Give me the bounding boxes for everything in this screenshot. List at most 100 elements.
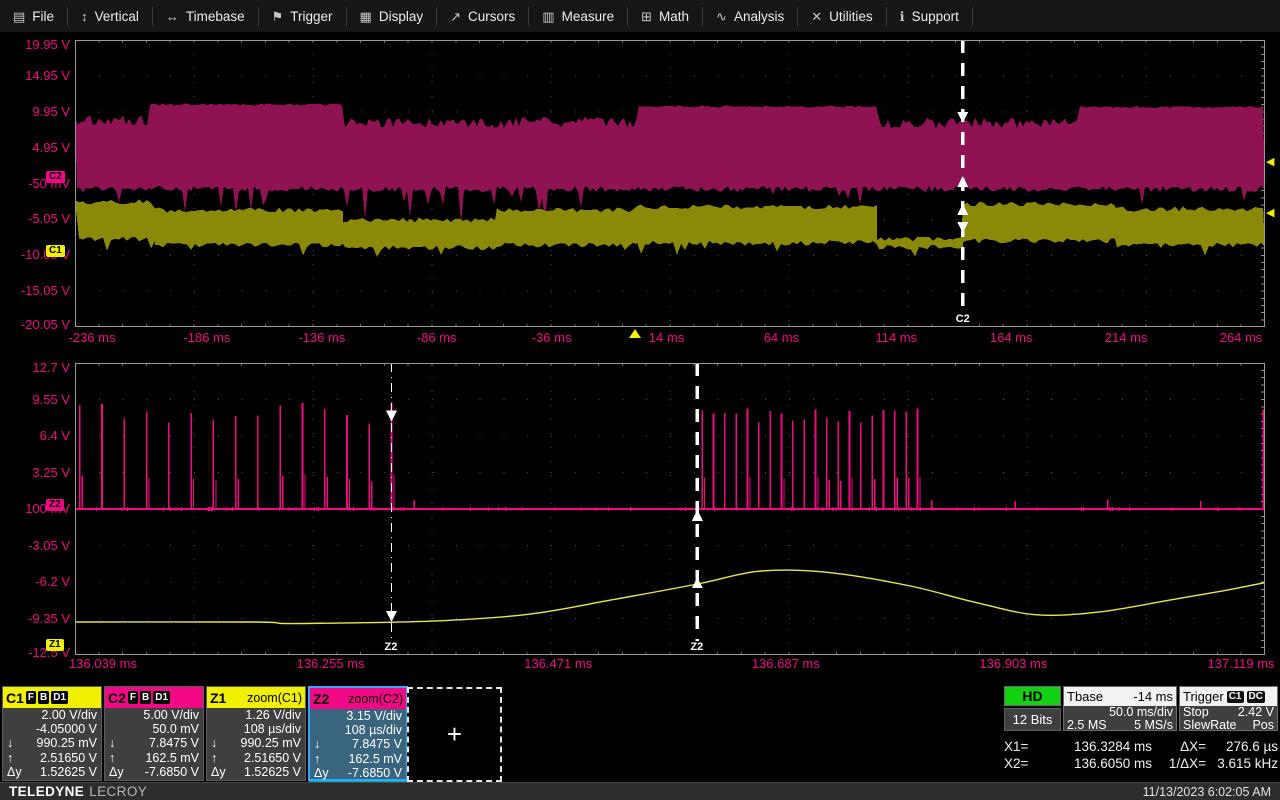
descriptor-z1-header: Z1zoom(C1) — [207, 687, 305, 708]
cursor-label[interactable]: Z2 — [383, 641, 400, 654]
zoom-grid-ylabel: -6.2 V — [4, 575, 70, 589]
timebase-box[interactable]: Tbase -14 ms 50.0 ms/div 2.5 MS 5 MS/s — [1063, 686, 1177, 731]
menu-item-label: Support — [912, 9, 959, 24]
menu-item-analysis[interactable]: ∿Analysis — [703, 0, 797, 32]
main-grid-xlabel: 114 ms — [875, 331, 917, 345]
zoom-grid-ylabel: 3.25 V — [4, 466, 70, 480]
menu-item-label: Timebase — [186, 9, 245, 24]
timebase-header: Tbase -14 ms — [1064, 687, 1176, 706]
cursor-label[interactable]: Z2 — [688, 641, 705, 654]
trigger-kind: SlewRate — [1183, 719, 1237, 732]
main-grid-ylabel: 9.95 V — [4, 105, 70, 119]
menu-item-cursors[interactable]: ↗Cursors — [437, 0, 528, 32]
trigger-box[interactable]: Trigger C1 DC Stop 2.42 V SlewRate Pos — [1179, 686, 1278, 731]
main-grid-xlabel: -186 ms — [183, 331, 230, 345]
descriptor-row-value: 2.51650 V — [40, 751, 97, 765]
add-trace-box[interactable]: + — [407, 687, 502, 782]
descriptor-row-symbol: Δy — [314, 766, 329, 780]
descriptor-row-value: 5.00 V/div — [143, 708, 199, 722]
zoom-grid-ylabel: 12.7 V — [4, 361, 70, 375]
menu-item-label: Utilities — [829, 9, 873, 24]
menu-item-measure[interactable]: ▥Measure — [529, 0, 627, 32]
timebase-title: Tbase — [1067, 689, 1103, 704]
descriptor-badge-b: B — [38, 691, 49, 704]
main-grid-canvas[interactable] — [75, 40, 1265, 327]
zoom-grid-ylabel: -3.05 V — [4, 539, 70, 553]
timebase-samples: 2.5 MS — [1067, 719, 1107, 732]
c2-channel-marker[interactable]: C2 — [46, 171, 65, 183]
menu-separator — [972, 7, 973, 26]
descriptor-row-value: 1.52625 V — [244, 765, 301, 779]
descriptor-row-value: 50.0 mV — [152, 722, 199, 736]
descriptor-badge-d1: D1 — [153, 691, 170, 704]
descriptor-row-value: 162.5 mV — [145, 751, 199, 765]
brand-teledyne: TELEDYNE — [9, 784, 84, 799]
main-grid-ylabel: -20.05 V — [4, 318, 70, 332]
menu-item-label: File — [32, 9, 54, 24]
zoom-grid-canvas[interactable] — [75, 363, 1265, 655]
menu-item-support[interactable]: ℹSupport — [887, 0, 972, 32]
menu-item-label: Math — [659, 9, 689, 24]
descriptor-row-value: -7.6850 V — [145, 765, 199, 779]
descriptor-z2-title: Z2 — [313, 691, 329, 707]
descriptor-row-value: 990.25 mV — [241, 736, 301, 750]
z2-channel-marker[interactable]: Z2 — [46, 499, 64, 511]
descriptor-row: Δy-7.6850 V — [310, 766, 406, 780]
trigger-position-marker-icon[interactable] — [629, 329, 641, 338]
descriptor-row: -4.05000 V — [3, 722, 101, 736]
descriptor-row-symbol: ↓ — [211, 736, 217, 750]
descriptor-badge-f: F — [128, 691, 138, 704]
hd-badge[interactable]: HD — [1004, 686, 1061, 706]
descriptor-row-symbol: ↓ — [314, 737, 320, 751]
zoom-grid-xlabel: 136.471 ms — [524, 657, 592, 671]
menu-item-label: Display — [379, 9, 423, 24]
z1-channel-marker[interactable]: Z1 — [46, 639, 64, 651]
descriptor-row: 1.26 V/div — [207, 708, 305, 722]
menu-item-trigger[interactable]: ⚑Trigger — [259, 0, 346, 32]
menu-item-file[interactable]: ▤File — [0, 0, 67, 32]
level-marker-arrow-icon[interactable]: ◀ — [1266, 157, 1274, 168]
math-icon: ⊞ — [641, 10, 652, 23]
menu-item-timebase[interactable]: ↔Timebase — [153, 0, 258, 32]
descriptor-z2-header: Z2zoom(C2) — [310, 688, 406, 709]
zoom-grid-xlabel: 136.255 ms — [297, 657, 365, 671]
menu-item-label: Vertical — [95, 9, 139, 24]
descriptor-c2[interactable]: C2FBD15.00 V/div50.0 mV↓7.8475 V↑162.5 m… — [104, 686, 204, 781]
c1-channel-marker[interactable]: C1 — [46, 245, 65, 257]
descriptor-z1[interactable]: Z1zoom(C1)1.26 V/div108 µs/div ↓ 990.25 mV… — [206, 686, 306, 781]
plus-icon: + — [447, 719, 462, 750]
cursor-label[interactable]: C2 — [954, 313, 972, 326]
menu-item-math[interactable]: ⊞ Math — [628, 0, 702, 32]
timebase-rate: 5 MS/s — [1134, 719, 1173, 732]
x1-label: X1= — [1004, 739, 1044, 754]
descriptor-row: 108 µs/div — [310, 723, 406, 737]
trigger-mode: Stop — [1183, 706, 1209, 719]
timebase-per-div: 50.0 ms/div — [1109, 706, 1173, 719]
main-grid-xlabel: 164 ms — [990, 331, 1033, 345]
descriptor-row-symbol: ↓ — [7, 736, 13, 750]
level-marker-arrow-icon[interactable]: ◀ — [1266, 208, 1274, 219]
trigger-title: Trigger — [1183, 689, 1224, 704]
descriptor-row: Δy1.52625 V — [3, 765, 101, 779]
adc-bits-label: 12 Bits — [1004, 708, 1061, 731]
descriptor-row-value: 108 µs/div — [244, 722, 301, 736]
descriptor-row-value: 2.51650 V — [244, 751, 301, 765]
descriptor-row: 5.00 V/div — [105, 708, 203, 722]
descriptor-row-value: 3.15 V/div — [346, 709, 402, 723]
descriptor-c1[interactable]: C1FBD12.00 V/div-4.05000 V↓990.25 mV↑2.5… — [2, 686, 102, 781]
menu-item-vertical[interactable]: ↕Vertical — [68, 0, 152, 32]
brand-lecroy: LECROY — [89, 784, 147, 799]
descriptor-badge-f: F — [26, 691, 36, 704]
x1-value: 136.3284 ms — [1044, 739, 1152, 754]
menu-item-utilities[interactable]: ✕Utilities — [798, 0, 885, 32]
descriptor-row-value: 1.26 V/div — [245, 708, 301, 722]
descriptor-row: ↑2.51650 V — [3, 751, 101, 765]
analysis-icon: ∿ — [716, 10, 727, 23]
oscilloscope-app: ▤File↕Vertical↔Timebase⚑Trigger▦Display↗… — [0, 0, 1280, 800]
descriptor-z2[interactable]: Z2zoom(C2)3.15 V/div108 µs/div↓7.8475 V↑… — [308, 686, 408, 781]
x2-value: 136.6050 ms — [1044, 756, 1152, 771]
menu-item-display[interactable]: ▦Display — [347, 0, 437, 32]
trigger-icon: ⚑ — [272, 10, 284, 23]
main-grid-ylabel: 4.95 V — [4, 141, 70, 155]
descriptor-row-symbol: Δy — [109, 765, 124, 779]
